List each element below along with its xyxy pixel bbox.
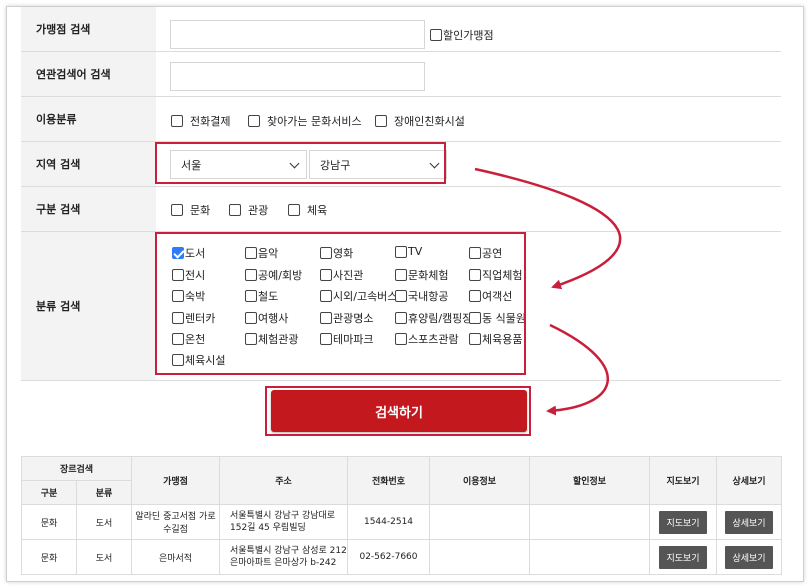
usage-label: 이용분류 bbox=[21, 97, 156, 141]
category-label: 분류 검색 bbox=[21, 232, 156, 380]
row-store: 은마서적 bbox=[131, 539, 220, 575]
address-header: 주소 bbox=[219, 456, 348, 505]
store-search-input[interactable] bbox=[170, 20, 425, 49]
row-category: 도서 bbox=[76, 539, 132, 575]
division-header: 구분 bbox=[21, 480, 77, 505]
row-map-cell: 지도보기 bbox=[649, 539, 717, 575]
usage-option-label: 전화결제 bbox=[190, 115, 231, 128]
detail-button[interactable]: 상세보기 bbox=[725, 510, 773, 534]
row-discount-info bbox=[529, 504, 650, 540]
category-header: 분류 bbox=[76, 480, 132, 505]
map-button[interactable]: 지도보기 bbox=[659, 510, 707, 534]
related-search-row: 연관검색어 검색 bbox=[21, 52, 781, 97]
map-header: 지도보기 bbox=[649, 456, 717, 505]
division-option[interactable]: 문화 bbox=[171, 202, 210, 218]
division-label: 구분 검색 bbox=[21, 187, 156, 231]
division-option-check[interactable] bbox=[171, 204, 183, 216]
store-search-label: 가맹점 검색 bbox=[21, 7, 156, 51]
table-row: 문화 도서 알라딘 중고서점 가로수길점 서울특별시 강남구 강남대로152길 … bbox=[21, 504, 782, 540]
category-highlight bbox=[155, 232, 526, 375]
row-discount-info bbox=[529, 539, 650, 575]
row-category: 도서 bbox=[76, 504, 132, 540]
related-search-input[interactable] bbox=[170, 62, 425, 91]
division-option-label: 체육 bbox=[307, 204, 328, 217]
division-option[interactable]: 관광 bbox=[229, 202, 268, 218]
usage-option-check[interactable] bbox=[248, 115, 260, 127]
row-phone: 1544-2514 bbox=[347, 504, 430, 540]
store-search-row: 가맹점 검색 할인가맹점 bbox=[21, 7, 781, 52]
store-header: 가맹점 bbox=[131, 456, 220, 505]
search-button[interactable]: 검색하기 bbox=[271, 390, 527, 432]
row-division: 문화 bbox=[21, 504, 77, 540]
map-button[interactable]: 지도보기 bbox=[659, 545, 707, 569]
row-usage-info bbox=[429, 539, 530, 575]
row-address: 서울특별시 강남구 삼성로 212 은마아파트 은마상가 b-242 bbox=[219, 539, 348, 575]
row-map-cell: 지도보기 bbox=[649, 504, 717, 540]
usage-option-label: 장애인친화시설 bbox=[394, 115, 465, 128]
discount-store-checkbox[interactable]: 할인가맹점 bbox=[430, 27, 494, 43]
row-detail-cell: 상세보기 bbox=[716, 539, 782, 575]
discount-store-check[interactable] bbox=[430, 29, 442, 41]
usage-option-check[interactable] bbox=[171, 115, 183, 127]
usage-option-check[interactable] bbox=[375, 115, 387, 127]
usage-info-header: 이용정보 bbox=[429, 456, 530, 505]
row-division: 문화 bbox=[21, 539, 77, 575]
row-usage-info bbox=[429, 504, 530, 540]
detail-button[interactable]: 상세보기 bbox=[725, 545, 773, 569]
related-search-label: 연관검색어 검색 bbox=[21, 52, 156, 96]
usage-option[interactable]: 찾아가는 문화서비스 bbox=[248, 113, 362, 129]
division-option-check[interactable] bbox=[288, 204, 300, 216]
discount-store-label: 할인가맹점 bbox=[443, 29, 494, 42]
usage-option[interactable]: 장애인친화시설 bbox=[375, 113, 465, 129]
usage-row: 이용분류 전화결제 찾아가는 문화서비스 장애인친화시설 bbox=[21, 97, 781, 142]
row-detail-cell: 상세보기 bbox=[716, 504, 782, 540]
row-address: 서울특별시 강남구 강남대로152길 45 우림빌딩 bbox=[219, 504, 348, 540]
usage-option-label: 찾아가는 문화서비스 bbox=[267, 115, 362, 128]
detail-header: 상세보기 bbox=[716, 456, 782, 505]
usage-option[interactable]: 전화결제 bbox=[171, 113, 230, 129]
discount-info-header: 할인정보 bbox=[529, 456, 650, 505]
division-option[interactable]: 체육 bbox=[288, 202, 327, 218]
division-option-check[interactable] bbox=[229, 204, 241, 216]
results-table: 장르검색 가맹점 주소 전화번호 이용정보 할인정보 지도보기 상세보기 구분 … bbox=[21, 456, 782, 575]
table-row: 문화 도서 은마서적 서울특별시 강남구 삼성로 212 은마아파트 은마상가 … bbox=[21, 539, 782, 575]
page-frame: 가맹점 검색 할인가맹점 연관검색어 검색 이용분류 전화결제 찾아가는 문화서… bbox=[6, 6, 804, 582]
division-row: 구분 검색 문화 관광 체육 bbox=[21, 187, 781, 232]
region-highlight bbox=[155, 142, 446, 184]
division-option-label: 문화 bbox=[190, 204, 211, 217]
region-label: 지역 검색 bbox=[21, 142, 156, 186]
division-option-label: 관광 bbox=[248, 204, 269, 217]
row-phone: 02-562-7660 bbox=[347, 539, 430, 575]
phone-header: 전화번호 bbox=[347, 456, 430, 505]
genre-group-header: 장르검색 bbox=[21, 456, 132, 481]
row-store: 알라딘 중고서점 가로수길점 bbox=[131, 504, 220, 540]
